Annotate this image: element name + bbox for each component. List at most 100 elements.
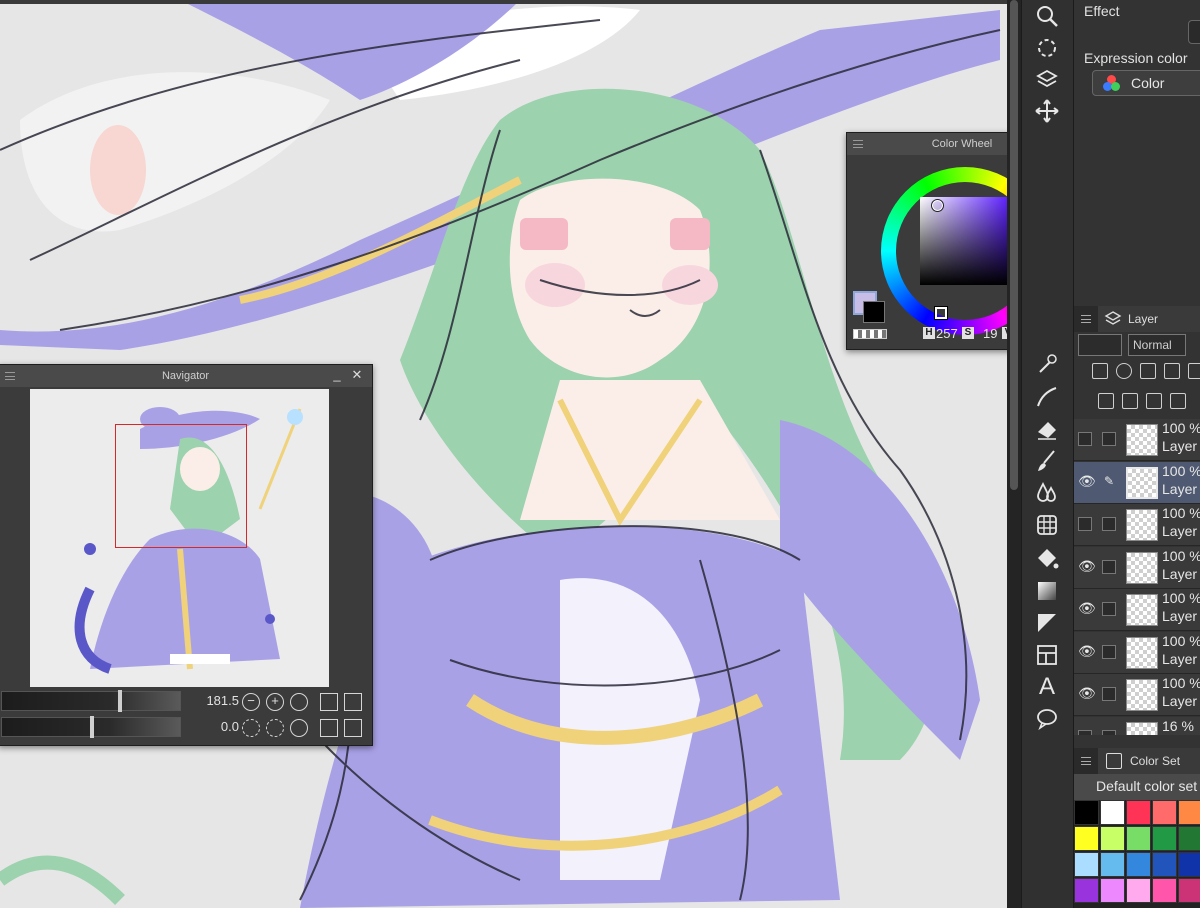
close-button[interactable]: ✕	[349, 367, 365, 383]
fill-icon[interactable]	[1034, 546, 1060, 572]
color-swatch[interactable]	[1126, 878, 1151, 903]
eye-icon[interactable]: 👁	[1078, 474, 1096, 489]
color-swatch[interactable]	[1100, 878, 1125, 903]
flip-horizontal-icon[interactable]	[320, 719, 338, 737]
brush-icon[interactable]	[1034, 448, 1060, 474]
eye-icon[interactable]: 👁	[1078, 601, 1096, 616]
pen-icon[interactable]	[1102, 687, 1116, 701]
color-swatch[interactable]	[1126, 800, 1151, 825]
color-swatch[interactable]	[1100, 852, 1125, 877]
navigator-preview[interactable]	[30, 389, 329, 687]
color-swatch[interactable]	[1074, 800, 1099, 825]
zoom-slider-knob[interactable]	[118, 690, 123, 712]
balloon-icon[interactable]	[1034, 706, 1060, 732]
navigator-titlebar[interactable]: Navigator _ ✕	[0, 365, 372, 387]
color-swatch[interactable]	[1126, 852, 1151, 877]
pen-icon[interactable]	[1102, 644, 1116, 659]
blend-icon[interactable]	[1034, 480, 1060, 506]
eye-icon[interactable]	[1078, 432, 1092, 446]
auto-select-icon[interactable]	[1034, 352, 1060, 378]
pen-icon[interactable]	[1102, 432, 1116, 446]
canvas-scrollbar-thumb[interactable]	[1010, 0, 1018, 490]
reset-zoom-button[interactable]	[290, 693, 308, 711]
flip-vertical-icon[interactable]	[344, 719, 362, 737]
reset-rotation-icon[interactable]	[290, 719, 308, 737]
color-swatch[interactable]	[1100, 800, 1125, 825]
pen-icon[interactable]	[1102, 602, 1116, 616]
color-swatch[interactable]	[1074, 826, 1099, 851]
pen-icon[interactable]	[1102, 517, 1116, 531]
zoom-icon[interactable]	[1034, 3, 1060, 29]
pen-icon[interactable]	[1102, 559, 1116, 574]
color-swatch[interactable]	[1126, 826, 1151, 851]
zoom-out-button[interactable]: −	[242, 693, 260, 711]
tab-layer[interactable]: Layer	[1098, 306, 1200, 332]
eye-icon[interactable]	[1078, 729, 1092, 735]
panel-icon[interactable]	[1034, 642, 1060, 668]
eye-icon[interactable]	[1078, 517, 1092, 531]
color-swatch[interactable]	[1178, 878, 1200, 903]
sv-picker-handle[interactable]	[931, 199, 944, 212]
text-icon[interactable]: A	[1034, 674, 1060, 700]
menu-icon[interactable]	[1081, 315, 1091, 323]
rotation-slider-knob[interactable]	[90, 716, 94, 738]
color-swatch[interactable]	[1074, 852, 1099, 877]
eye-icon[interactable]: 👁	[1078, 686, 1096, 701]
color-swatch[interactable]	[1152, 826, 1177, 851]
eraser-icon[interactable]	[1034, 416, 1060, 442]
rotation-slider[interactable]	[1, 716, 181, 738]
color-swatch[interactable]	[1178, 800, 1200, 825]
effect-button[interactable]	[1188, 20, 1200, 44]
layer-row[interactable]: 16 %Normal	[1074, 716, 1200, 735]
draft-layer-icon[interactable]	[1140, 363, 1156, 379]
clip-layer-icon[interactable]	[1092, 363, 1108, 379]
new-vector-layer-icon[interactable]	[1122, 393, 1138, 409]
color-swatch[interactable]	[1178, 852, 1200, 877]
layer-row[interactable]: 👁 100 % Layer	[1074, 546, 1200, 589]
layer-row[interactable]: 100 % Layer	[1074, 419, 1200, 461]
layer-row[interactable]: 100 % Layer	[1074, 504, 1200, 546]
layer-row[interactable]: 👁 100 % Layer	[1074, 589, 1200, 631]
color-swatch[interactable]	[1152, 852, 1177, 877]
frame-icon[interactable]	[1034, 610, 1060, 636]
pen-icon[interactable]	[1102, 729, 1116, 735]
new-raster-layer-icon[interactable]	[1098, 393, 1114, 409]
sub-color-swatch[interactable]	[863, 301, 885, 323]
zoom-slider[interactable]	[1, 690, 181, 712]
move-icon[interactable]	[1034, 98, 1060, 124]
color-swatch[interactable]	[1074, 878, 1099, 903]
eye-icon[interactable]: 👁	[1078, 559, 1096, 574]
eye-icon[interactable]: 👁	[1078, 644, 1096, 659]
layer-select-icon[interactable]	[1034, 67, 1060, 93]
zoom-in-button[interactable]: +	[266, 693, 284, 711]
layer-row[interactable]: 👁 100 % Layer	[1074, 631, 1200, 674]
gradient-icon[interactable]	[1034, 578, 1060, 604]
reference-layer-icon[interactable]	[1116, 363, 1132, 379]
curve-icon[interactable]	[1034, 384, 1060, 410]
navigator-view-frame[interactable]	[115, 424, 247, 548]
minimize-button[interactable]: _	[329, 367, 345, 383]
rotate-left-icon[interactable]	[242, 719, 260, 737]
color-set-select[interactable]: Default color set	[1074, 774, 1200, 800]
rotate-view-icon[interactable]	[1034, 35, 1060, 61]
lock-layer-icon[interactable]	[1164, 363, 1180, 379]
layer-row[interactable]: 👁 100 % Layer	[1074, 674, 1200, 716]
color-swatch[interactable]	[1152, 800, 1177, 825]
grid-icon[interactable]	[1034, 512, 1060, 538]
menu-icon[interactable]	[1081, 757, 1091, 765]
menu-icon[interactable]	[5, 372, 15, 380]
color-swatch[interactable]	[1152, 878, 1177, 903]
color-swatch[interactable]	[1178, 826, 1200, 851]
tab-color-set[interactable]: Color Set	[1098, 748, 1200, 774]
expression-color-select[interactable]: Color	[1092, 70, 1200, 96]
fit-window-icon[interactable]	[344, 693, 362, 711]
transfer-layer-icon[interactable]	[1170, 393, 1186, 409]
menu-icon[interactable]	[853, 140, 863, 148]
new-folder-icon[interactable]	[1146, 393, 1162, 409]
fit-screen-icon[interactable]	[320, 693, 338, 711]
transparent-color-swatch[interactable]	[853, 329, 887, 339]
rotate-right-icon[interactable]	[266, 719, 284, 737]
layer-row[interactable]: 👁 ✎ 100 % Layer	[1074, 461, 1200, 504]
hue-marker[interactable]	[934, 306, 948, 320]
expression-select[interactable]	[1078, 334, 1122, 356]
